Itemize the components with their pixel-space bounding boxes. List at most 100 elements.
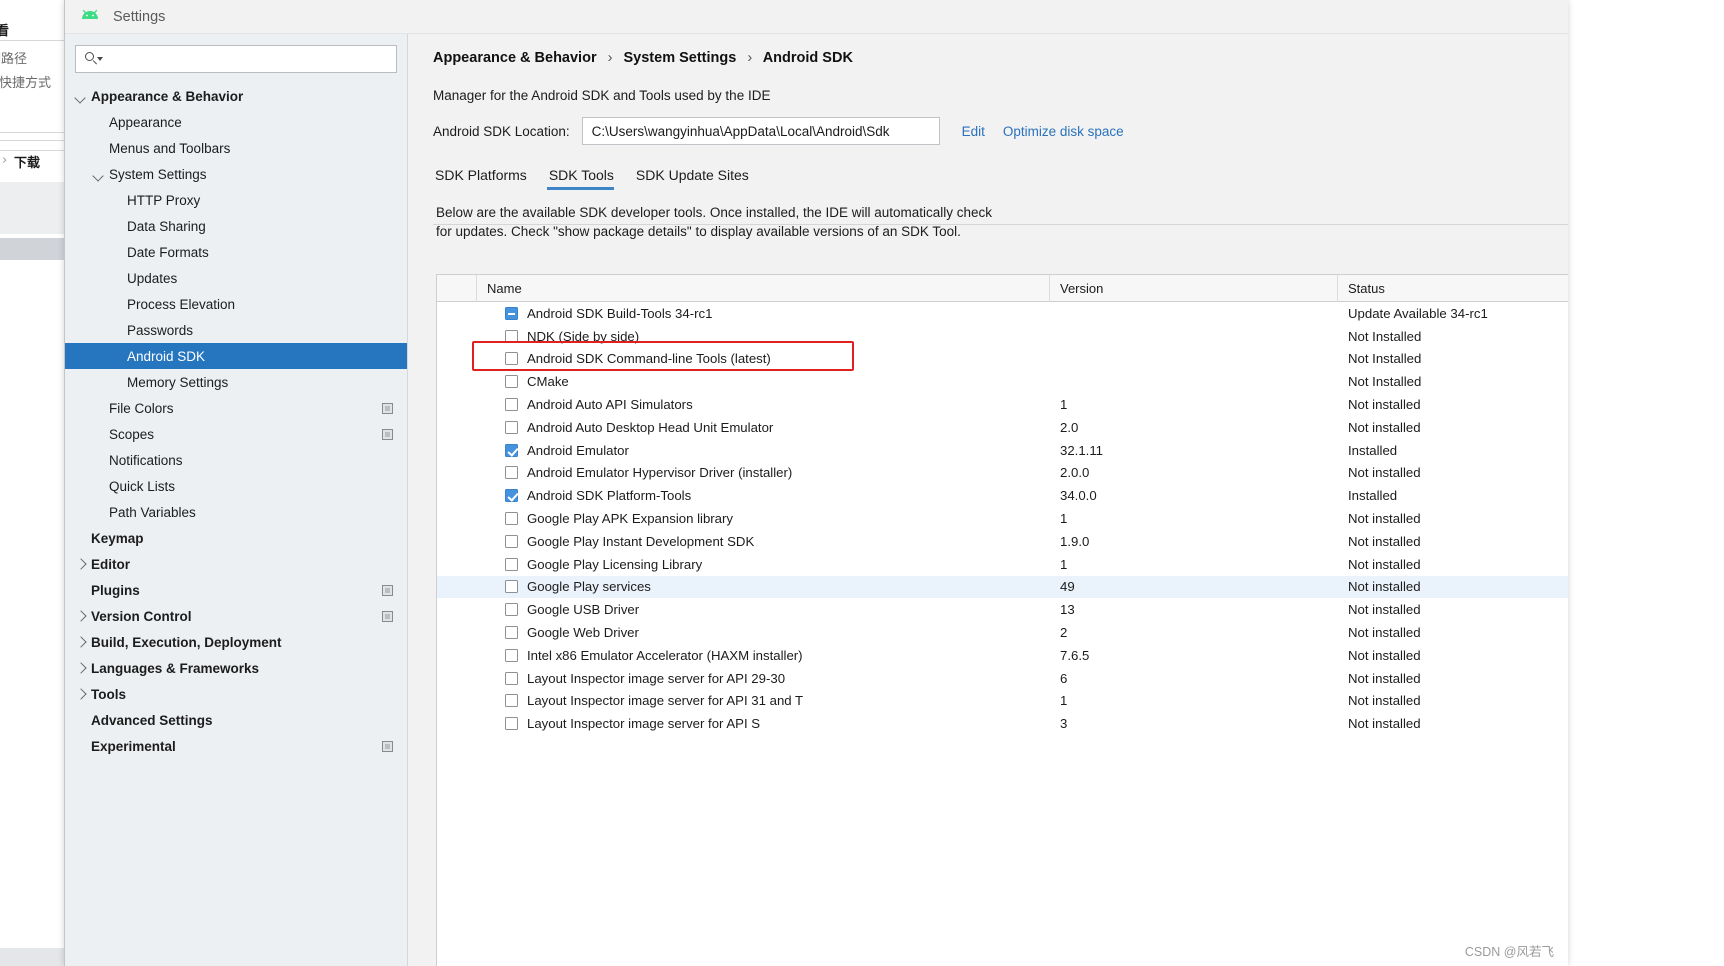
- table-row[interactable]: Google Play Licensing Library 1 Not instal…: [437, 553, 1568, 576]
- edit-link[interactable]: Edit: [962, 124, 985, 139]
- sidebar-item-label: Advanced Settings: [91, 712, 213, 728]
- sidebar-item-experimental[interactable]: Experimental: [65, 733, 407, 759]
- search-box[interactable]: [75, 45, 397, 73]
- table-row[interactable]: Android Emulator 32.1.11 Installed: [437, 439, 1568, 462]
- sidebar-item-version-control[interactable]: Version Control: [65, 603, 407, 629]
- sidebar-item-menus-and-toolbars[interactable]: Menus and Toolbars: [65, 135, 407, 161]
- package-checkbox[interactable]: [505, 329, 518, 343]
- package-checkbox[interactable]: [505, 489, 518, 503]
- cell-name: Android Emulator Hypervisor Driver (inst…: [477, 465, 1050, 480]
- sidebar-item-appearance[interactable]: Appearance: [65, 109, 407, 135]
- table-row[interactable]: Android SDK Build-Tools 34-rc1 Update Ava…: [437, 302, 1568, 325]
- package-checkbox[interactable]: [505, 626, 518, 640]
- sidebar-item-data-sharing[interactable]: Data Sharing: [65, 213, 407, 239]
- sidebar-item-updates[interactable]: Updates: [65, 265, 407, 291]
- package-checkbox[interactable]: [505, 603, 518, 617]
- search-input[interactable]: [107, 51, 381, 67]
- table-row[interactable]: Intel x86 Emulator Accelerator (HAXM ins…: [437, 644, 1568, 667]
- bg-menu-item-3[interactable]: 下载: [14, 152, 40, 171]
- package-checkbox[interactable]: [505, 443, 518, 457]
- chevron-right-icon[interactable]: [73, 660, 89, 676]
- tab-sdk-update-sites[interactable]: SDK Update Sites: [634, 167, 759, 190]
- chevron-right-icon[interactable]: [73, 608, 89, 624]
- table-row[interactable]: Android Auto API Simulators 1 Not installe…: [437, 393, 1568, 416]
- table-row[interactable]: CMake Not Installed: [437, 370, 1568, 393]
- sidebar-item-process-elevation[interactable]: Process Elevation: [65, 291, 407, 317]
- sidebar-item-tools[interactable]: Tools: [65, 681, 407, 707]
- package-checkbox[interactable]: [505, 534, 518, 548]
- sidebar-item-build-execution-deployment[interactable]: Build, Execution, Deployment: [65, 629, 407, 655]
- bg-menu-item-0[interactable]: 看: [0, 20, 9, 39]
- package-checkbox[interactable]: [505, 717, 518, 731]
- package-checkbox[interactable]: [505, 306, 518, 320]
- table-row[interactable]: Android Auto Desktop Head Unit Emulator 2…: [437, 416, 1568, 439]
- package-checkbox[interactable]: [505, 671, 518, 685]
- package-checkbox[interactable]: [505, 420, 518, 434]
- sidebar-item-label: Languages & Frameworks: [91, 660, 260, 676]
- sidebar-item-path-variables[interactable]: Path Variables: [65, 499, 407, 525]
- table-row[interactable]: Layout Inspector image server for API S 3…: [437, 712, 1568, 735]
- sidebar-item-languages-frameworks[interactable]: Languages & Frameworks: [65, 655, 407, 681]
- sidebar-item-passwords[interactable]: Passwords: [65, 317, 407, 343]
- sidebar-item-memory-settings[interactable]: Memory Settings: [65, 369, 407, 395]
- sidebar-item-date-formats[interactable]: Date Formats: [65, 239, 407, 265]
- chevron-right-icon[interactable]: [73, 634, 89, 650]
- chevron-down-icon[interactable]: [73, 88, 89, 104]
- sidebar-item-plugins[interactable]: Plugins: [65, 577, 407, 603]
- table-row[interactable]: Google USB Driver 13 Not installed: [437, 598, 1568, 621]
- bg-menu-item-1[interactable]: 制路径: [0, 48, 27, 67]
- breadcrumb-item-2[interactable]: Android SDK: [763, 50, 853, 66]
- table-row[interactable]: Android SDK Platform-Tools 34.0.0 Installe…: [437, 484, 1568, 507]
- sidebar-item-file-colors[interactable]: File Colors: [65, 395, 407, 421]
- table-row[interactable]: Google Web Driver 2 Not installed: [437, 621, 1568, 644]
- package-checkbox[interactable]: [505, 352, 518, 366]
- table-row[interactable]: Google Play Instant Development SDK 1.9.0…: [437, 530, 1568, 553]
- sidebar-item-notifications[interactable]: Notifications: [65, 447, 407, 473]
- sidebar-item-advanced-settings[interactable]: Advanced Settings: [65, 707, 407, 733]
- package-checkbox[interactable]: [505, 694, 518, 708]
- sidebar-item-system-settings[interactable]: System Settings: [65, 161, 407, 187]
- table-row[interactable]: Android Emulator Hypervisor Driver (inst…: [437, 462, 1568, 485]
- sidebar-item-scopes[interactable]: Scopes: [65, 421, 407, 447]
- package-name-label: Google Play Instant Development SDK: [527, 533, 755, 549]
- cell-name: Android Auto Desktop Head Unit Emulator: [477, 420, 1050, 435]
- table-row[interactable]: Android SDK Command-line Tools (latest) N…: [437, 348, 1568, 371]
- table-header-status[interactable]: Status: [1338, 275, 1568, 302]
- package-checkbox[interactable]: [505, 648, 518, 662]
- sidebar-item-http-proxy[interactable]: HTTP Proxy: [65, 187, 407, 213]
- tab-sdk-platforms[interactable]: SDK Platforms: [433, 167, 537, 190]
- package-checkbox[interactable]: [505, 557, 518, 571]
- chevron-right-icon[interactable]: [73, 686, 89, 702]
- table-row[interactable]: NDK (Side by side) Not Installed: [437, 325, 1568, 348]
- sidebar-item-quick-lists[interactable]: Quick Lists: [65, 473, 407, 499]
- sidebar-item-android-sdk[interactable]: Android SDK: [65, 343, 407, 369]
- table-header-name[interactable]: Name: [477, 274, 1050, 302]
- sidebar-item-editor[interactable]: Editor: [65, 551, 407, 577]
- bg-menu-item-2[interactable]: 站快捷方式: [0, 72, 51, 91]
- table-row[interactable]: Layout Inspector image server for API 29…: [437, 667, 1568, 690]
- package-checkbox[interactable]: [505, 580, 518, 594]
- table-row[interactable]: Google Play services 49 Not installed: [437, 575, 1568, 599]
- table-row[interactable]: Layout Inspector image server for API 31…: [437, 690, 1568, 713]
- breadcrumb-item-0[interactable]: Appearance & Behavior: [433, 50, 597, 66]
- optimize-disk-space-link[interactable]: Optimize disk space: [1003, 124, 1124, 139]
- package-name-label: Google Play Licensing Library: [527, 556, 703, 572]
- table-header-version[interactable]: Version: [1050, 274, 1338, 302]
- package-checkbox[interactable]: [505, 375, 518, 389]
- tab-sdk-tools[interactable]: SDK Tools: [546, 167, 624, 190]
- sidebar-item-keymap[interactable]: Keymap: [65, 525, 407, 551]
- sidebar-item-appearance-behavior[interactable]: Appearance & Behavior: [65, 83, 407, 109]
- sdk-location-field[interactable]: C:\Users\wangyinhua\AppData\Local\Androi…: [581, 117, 940, 145]
- package-checkbox[interactable]: [505, 398, 518, 412]
- breadcrumb-item-1[interactable]: System Settings: [624, 50, 737, 66]
- package-checkbox[interactable]: [505, 512, 518, 526]
- package-checkbox[interactable]: [505, 466, 518, 480]
- settings-sync-badge-icon: [382, 428, 393, 440]
- cell-name: Google USB Driver: [477, 602, 1050, 617]
- chevron-right-icon[interactable]: [73, 556, 89, 572]
- sidebar-item-label: Tools: [91, 686, 126, 702]
- table-row[interactable]: Google Play APK Expansion library 1 Not in…: [437, 507, 1568, 530]
- chevron-down-icon[interactable]: [91, 166, 107, 182]
